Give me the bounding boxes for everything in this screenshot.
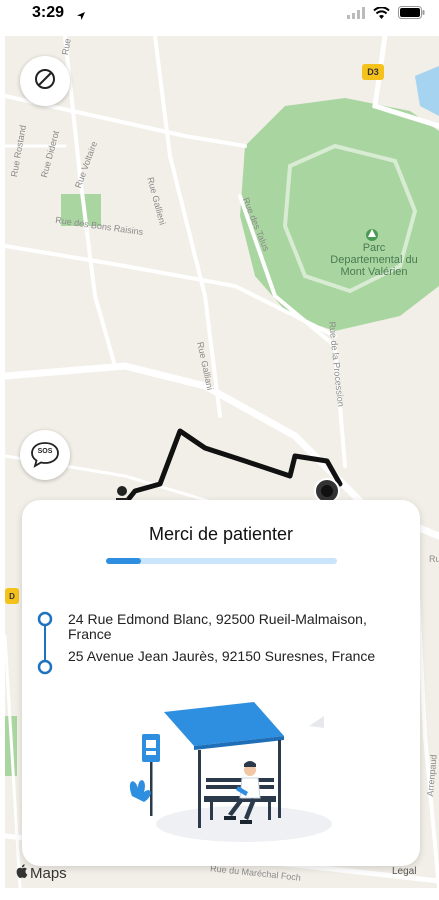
park-tree-icon <box>366 229 378 241</box>
route-line <box>120 428 343 509</box>
apple-logo-icon <box>16 864 28 882</box>
wifi-icon <box>373 6 390 24</box>
progress-bar <box>106 558 337 564</box>
signal-bars-icon <box>347 6 365 24</box>
sos-label: SOS <box>37 448 53 455</box>
destination-address: 25 Avenue Jean Jaurès, 92150 Suresnes, F… <box>68 648 376 664</box>
legal-link[interactable]: Legal <box>392 866 416 877</box>
route-timeline-icon <box>36 611 54 680</box>
battery-icon <box>398 6 425 24</box>
cancel-button[interactable] <box>20 56 70 106</box>
road-label: Ru <box>429 554 439 564</box>
apple-maps-logo: Maps <box>16 864 67 882</box>
prohibit-icon <box>33 67 57 96</box>
road-badge-side: D <box>5 588 19 604</box>
waiting-card: Merci de patienter 24 Rue Edmond Blanc, … <box>22 500 420 866</box>
sos-button[interactable]: SOS <box>20 430 70 480</box>
bus-stop-illustration <box>124 696 334 851</box>
road-badge: D3 <box>362 64 384 80</box>
card-title: Merci de patienter <box>148 524 294 544</box>
origin-address: 24 Rue Edmond Blanc, 92500 Rueil-Malmais… <box>68 611 367 642</box>
progress-bar-fill <box>106 558 141 564</box>
maps-logo-text: Maps <box>30 864 67 882</box>
park-label: Parc Departemental du Mont Valérien <box>330 242 418 278</box>
water-area <box>415 66 439 116</box>
status-bar: 3:29 <box>0 0 439 36</box>
status-time: 3:29 <box>32 4 65 21</box>
sos-bubble-icon: SOS <box>30 442 60 468</box>
navigation-arrow-icon <box>76 8 86 26</box>
park-area <box>240 98 439 331</box>
